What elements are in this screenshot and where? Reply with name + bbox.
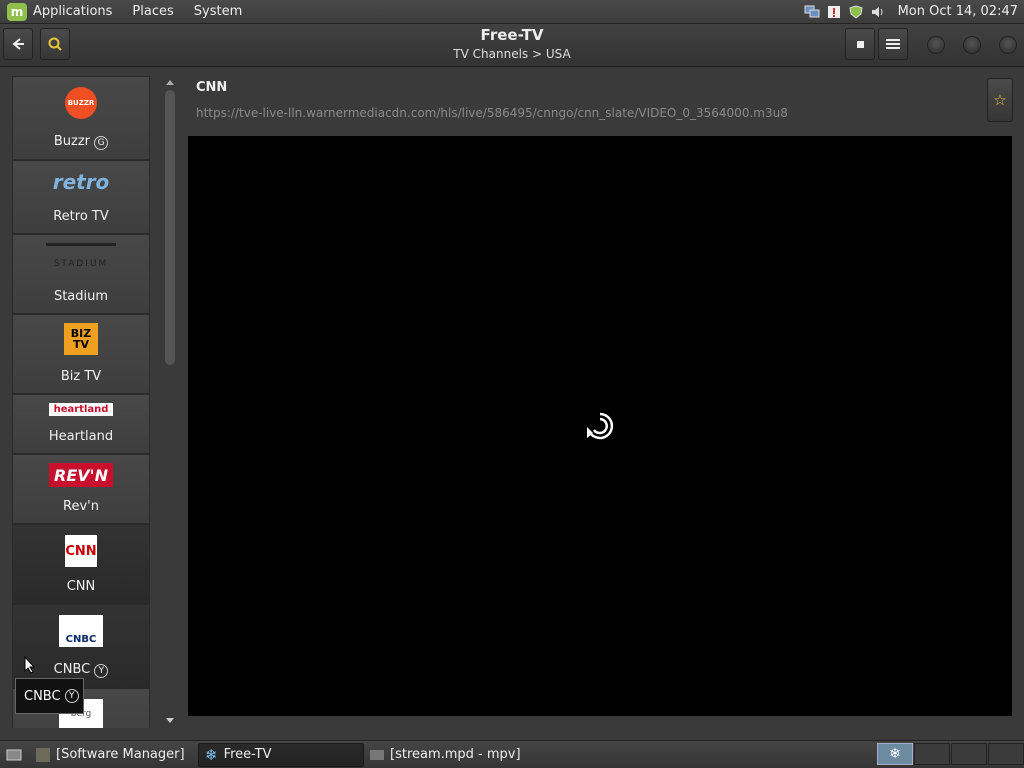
task-mpv[interactable]: [stream.mpd - mpv] — [364, 743, 534, 767]
video-player[interactable] — [188, 136, 1012, 716]
rating-badge: Y — [64, 689, 79, 703]
buzzr-logo: BUZZR — [65, 87, 97, 119]
channel-label: Stadium — [53, 289, 109, 304]
biz-tv-logo: BIZ TV — [64, 323, 98, 355]
channel-label: Rev'n — [63, 499, 99, 514]
cnbc-logo: CNBC — [59, 615, 103, 647]
favorite-button[interactable]: ☆ — [987, 78, 1013, 122]
network-icon[interactable] — [804, 4, 820, 20]
rating-badge: Y — [94, 664, 109, 678]
show-desktop-icon — [6, 749, 22, 760]
maximize-window-button[interactable] — [963, 36, 981, 54]
channel-item-cnbc[interactable]: CNBC CNBC Y — [12, 604, 150, 688]
rating-badge: G — [94, 136, 109, 150]
taskbar: [Software Manager] ❄ Free-TV [stream.mpd… — [0, 740, 1024, 768]
minimize-window-button[interactable] — [927, 36, 945, 54]
task-free-tv[interactable]: ❄ Free-TV — [198, 742, 364, 767]
channel-item-cnn[interactable]: CNN CNN — [12, 524, 150, 604]
menu-system[interactable]: System — [194, 4, 242, 19]
heartland-logo: heartland — [49, 403, 113, 416]
tooltip-text: CNBC — [24, 688, 61, 704]
channel-label: Heartland — [48, 429, 114, 444]
free-tv-app-icon: ❄ — [205, 745, 218, 764]
task-label: [stream.mpd - mpv] — [390, 747, 521, 762]
shield-icon[interactable] — [848, 4, 864, 20]
channel-list-scrollbar[interactable] — [162, 76, 178, 728]
menu-applications[interactable]: Applications — [33, 4, 112, 19]
workspace-1[interactable]: ❄ — [877, 743, 913, 765]
update-warning-icon[interactable] — [826, 4, 842, 20]
scrollbar-thumb[interactable] — [165, 90, 175, 365]
hamburger-menu-icon — [886, 39, 900, 49]
workspace-4[interactable] — [988, 743, 1024, 765]
mpv-app-icon — [370, 749, 384, 760]
mint-menu-icon[interactable]: m — [7, 2, 27, 21]
channel-item-buzzr[interactable]: BUZZR Buzzr G — [12, 76, 150, 160]
loading-spinner-icon — [587, 412, 614, 440]
channel-label: Biz TV — [60, 369, 102, 384]
channel-item-biz-tv[interactable]: BIZ TV Biz TV — [12, 314, 150, 394]
show-desktop-button[interactable] — [0, 743, 30, 767]
scroll-down-arrow-icon[interactable] — [166, 718, 174, 723]
cnn-logo: CNN — [65, 535, 97, 567]
free-tv-app-icon: ❄ — [889, 746, 901, 762]
channel-label: Buzzr — [53, 134, 90, 149]
channel-label: CNBC — [53, 662, 91, 677]
star-icon: ☆ — [993, 91, 1007, 109]
close-window-button[interactable] — [999, 36, 1017, 54]
channel-item-heartland[interactable]: heartland Heartland — [12, 394, 150, 454]
channel-tooltip: CNBC Y — [15, 678, 84, 714]
volume-icon[interactable] — [870, 4, 886, 20]
stadium-logo: STADIUM — [46, 243, 116, 282]
retro-tv-logo: retro — [52, 170, 110, 194]
menu-button[interactable] — [878, 28, 908, 60]
revn-logo: REV'N — [49, 463, 113, 487]
stop-icon — [856, 40, 864, 48]
channel-list: BUZZR Buzzr G retro Retro TV STADIUM Sta… — [12, 76, 150, 728]
workspace-3[interactable] — [951, 743, 987, 765]
mouse-cursor-icon — [24, 656, 36, 674]
task-label: Free-TV — [223, 747, 272, 762]
workspace-2[interactable] — [914, 743, 950, 765]
task-software-manager[interactable]: [Software Manager] — [30, 743, 198, 767]
menu-places[interactable]: Places — [132, 4, 173, 19]
stream-url: https://tve-live-lln.warnermediacdn.com/… — [196, 106, 788, 120]
scroll-up-arrow-icon[interactable] — [166, 80, 174, 85]
clock[interactable]: Mon Oct 14, 02:47 — [898, 4, 1018, 19]
channel-item-revn[interactable]: REV'N Rev'n — [12, 454, 150, 524]
current-channel-name: CNN — [196, 80, 228, 95]
channel-item-retro-tv[interactable]: retro Retro TV — [12, 160, 150, 234]
software-manager-icon — [36, 747, 50, 762]
channel-label: Retro TV — [53, 209, 109, 224]
header-bar: Free-TV TV Channels > USA — [0, 24, 1024, 67]
stop-button[interactable] — [845, 28, 875, 60]
channel-label: CNN — [66, 579, 96, 594]
channel-item-stadium[interactable]: STADIUM Stadium — [12, 234, 150, 314]
top-panel: m Applications Places System Mon Oct 14,… — [0, 0, 1024, 24]
task-label: [Software Manager] — [56, 747, 185, 762]
